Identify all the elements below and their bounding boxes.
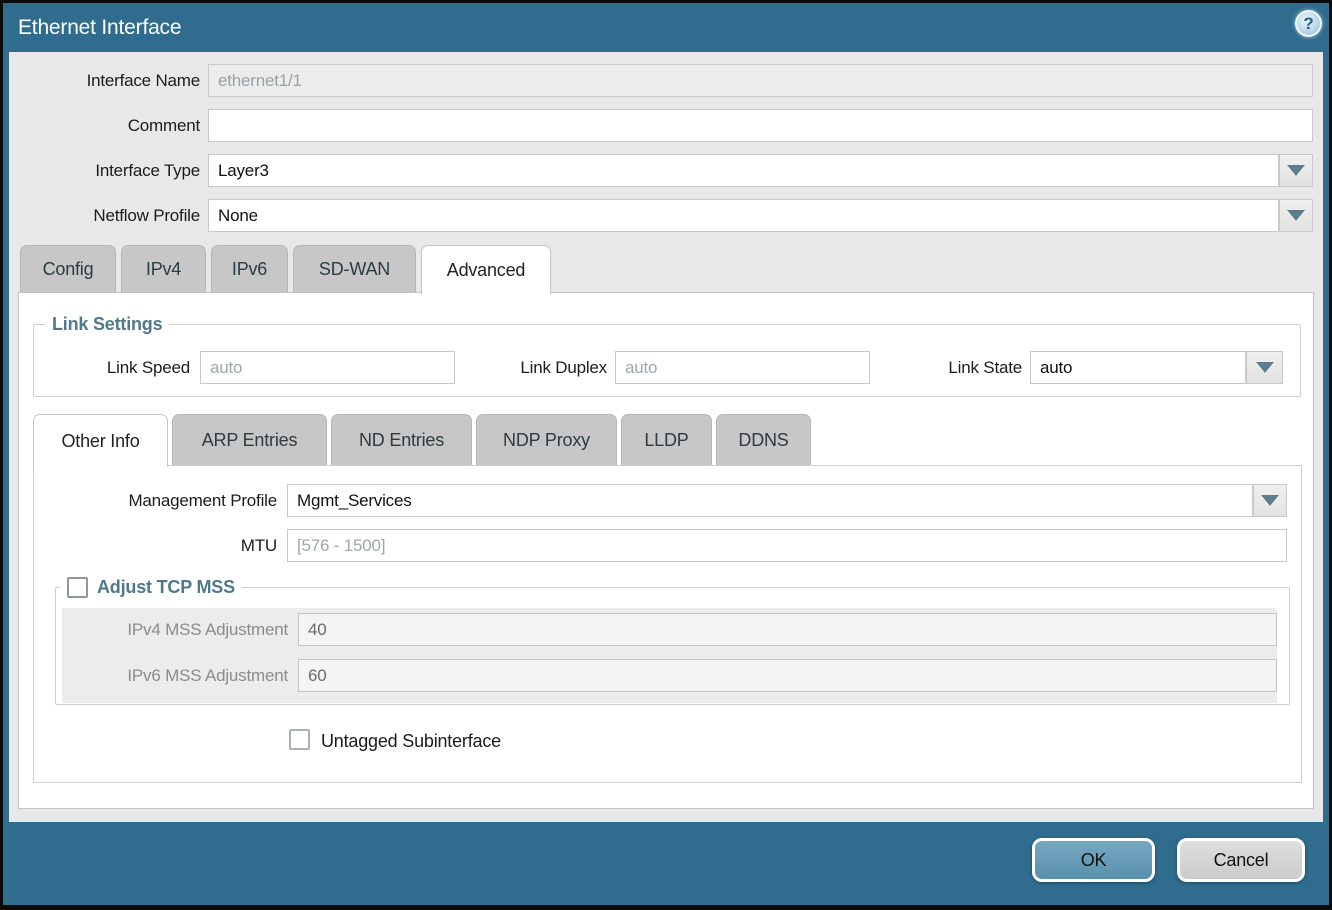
tab-sdwan[interactable]: SD-WAN [293,245,416,293]
link-duplex-label: Link Duplex [470,351,607,384]
dialog-title: Ethernet Interface [18,16,181,40]
cancel-button[interactable]: Cancel [1177,838,1305,882]
interface-name-field [208,64,1313,97]
subtab-ddns[interactable]: DDNS [716,414,811,466]
interface-type-field[interactable] [208,154,1279,187]
link-settings-legend: Link Settings [45,313,169,335]
untagged-subinterface-checkbox[interactable] [289,729,310,750]
link-state-field[interactable] [1030,351,1246,384]
help-icon[interactable]: ? [1295,10,1322,37]
subtab-arp-entries[interactable]: ARP Entries [172,414,327,466]
chevron-down-icon [1256,362,1274,373]
tab-ipv6[interactable]: IPv6 [211,245,288,293]
ipv6-mss-label: IPv6 MSS Adjustment [80,659,288,692]
netflow-profile-label: Netflow Profile [40,199,200,232]
link-settings-legend-text: Link Settings [52,314,162,335]
ipv6-mss-field [298,659,1277,692]
chevron-down-icon [1287,165,1305,176]
comment-label: Comment [40,109,200,142]
interface-type-label: Interface Type [40,154,200,187]
comment-field[interactable] [208,109,1313,142]
link-speed-label: Link Speed [60,351,190,384]
tab-ipv4[interactable]: IPv4 [121,245,206,293]
question-mark-glyph: ? [1303,14,1313,34]
subtab-other-info[interactable]: Other Info [33,414,168,467]
subtab-lldp[interactable]: LLDP [621,414,712,466]
management-profile-dropdown-button[interactable] [1253,484,1287,517]
tab-config[interactable]: Config [20,245,116,293]
adjust-tcp-mss-legend-text: Adjust TCP MSS [97,577,235,598]
untagged-subinterface-label: Untagged Subinterface [321,725,621,758]
ipv4-mss-field [298,613,1277,646]
subtab-ndp-proxy[interactable]: NDP Proxy [476,414,617,466]
netflow-profile-field[interactable] [208,199,1279,232]
chevron-down-icon [1287,210,1305,221]
adjust-tcp-mss-checkbox[interactable] [67,577,88,598]
ok-button[interactable]: OK [1032,838,1155,882]
title-bar: Ethernet Interface [3,3,1329,52]
mtu-field[interactable] [287,529,1287,562]
interface-name-label: Interface Name [40,64,200,97]
interface-type-dropdown-button[interactable] [1279,154,1313,187]
link-speed-field[interactable] [200,351,455,384]
subtab-nd-entries[interactable]: ND Entries [331,414,472,466]
management-profile-field[interactable] [287,484,1253,517]
ethernet-interface-dialog: Ethernet Interface ? Interface Name Comm… [0,0,1332,910]
mtu-label: MTU [97,529,277,562]
link-duplex-field[interactable] [615,351,870,384]
link-state-dropdown-button[interactable] [1246,351,1283,384]
chevron-down-icon [1261,495,1279,506]
link-state-label: Link State [900,351,1022,384]
tab-advanced[interactable]: Advanced [421,245,551,294]
netflow-profile-dropdown-button[interactable] [1279,199,1313,232]
ipv4-mss-label: IPv4 MSS Adjustment [80,613,288,646]
management-profile-label: Management Profile [97,484,277,517]
adjust-tcp-mss-legend: Adjust TCP MSS [60,575,242,600]
